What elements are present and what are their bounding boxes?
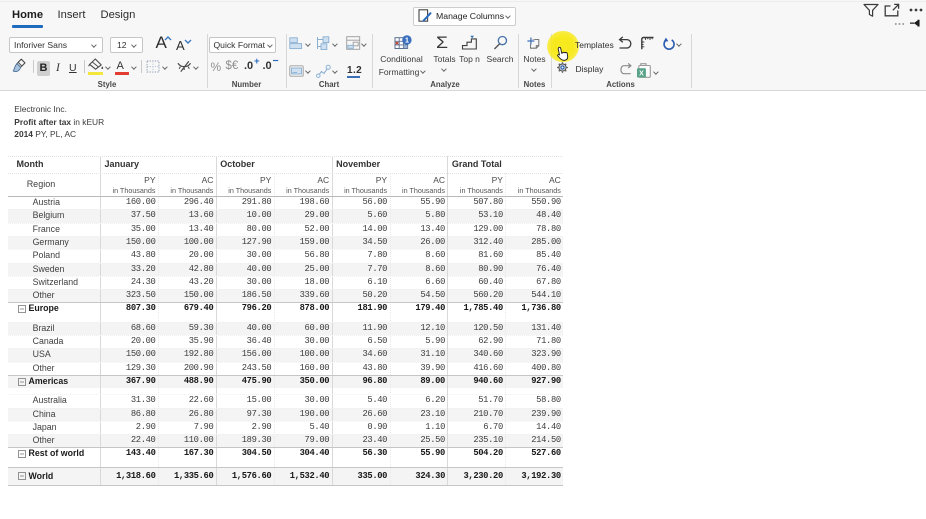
svg-text:X: X	[639, 70, 644, 77]
svg-text:1: 1	[404, 36, 408, 45]
